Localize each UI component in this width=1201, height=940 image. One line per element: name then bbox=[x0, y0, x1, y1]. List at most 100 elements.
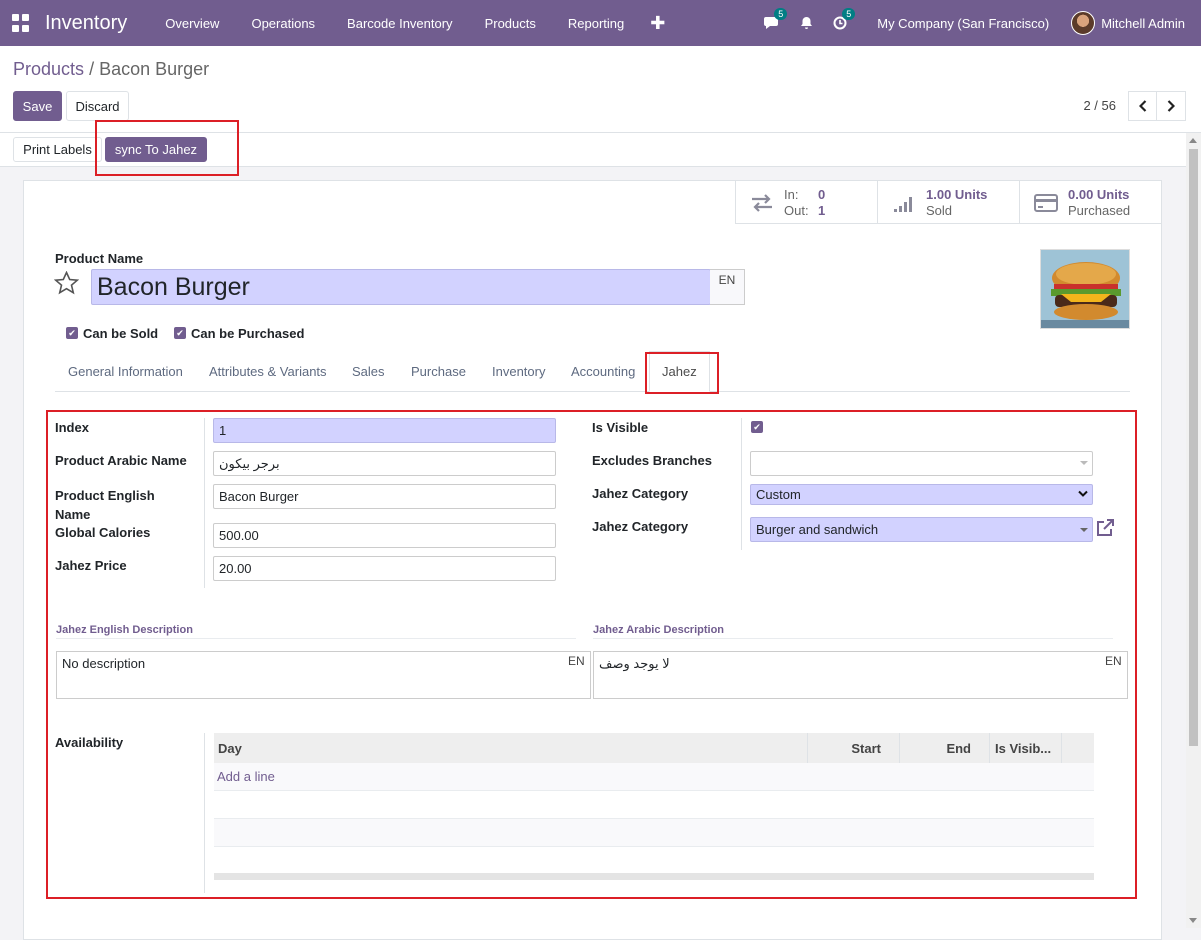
apps-menu-icon[interactable] bbox=[12, 14, 30, 32]
availability-label: Availability bbox=[55, 735, 124, 750]
sold-value: 1.00 Units bbox=[926, 186, 988, 202]
credit-card-icon bbox=[1034, 193, 1058, 212]
tab-jahez[interactable]: Jahez bbox=[649, 351, 710, 392]
out-label: Out: bbox=[784, 202, 809, 218]
jahez-category-label-2: Jahez Category bbox=[592, 519, 689, 534]
external-link-icon[interactable] bbox=[1095, 519, 1115, 540]
table-row bbox=[214, 847, 1094, 875]
discard-button[interactable]: Discard bbox=[66, 91, 129, 121]
excludes-dropdown-icon[interactable] bbox=[1080, 461, 1088, 465]
arabic-name-label: Product Arabic Name bbox=[55, 453, 187, 468]
arabic-name-input[interactable]: برجر بيكون bbox=[213, 451, 556, 476]
jahez-category-select-value: Custom bbox=[756, 487, 801, 502]
breadcrumb-products[interactable]: Products bbox=[13, 59, 84, 79]
purchased-label: Purchased bbox=[1068, 202, 1131, 218]
excludes-branches-label: Excludes Branches bbox=[592, 453, 712, 468]
chevron-down-icon bbox=[1078, 490, 1088, 497]
save-button[interactable]: Save bbox=[13, 91, 62, 121]
can-be-sold-label: Can be Sold bbox=[83, 326, 159, 341]
user-name: Mitchell Admin bbox=[1101, 15, 1185, 31]
menu-reporting[interactable]: Reporting bbox=[552, 16, 640, 31]
index-input[interactable]: 1 bbox=[213, 418, 556, 443]
tab-accounting[interactable]: Accounting bbox=[571, 351, 635, 392]
purchased-value: 0.00 Units bbox=[1068, 186, 1130, 202]
sold-button[interactable]: 1.00 Units Sold bbox=[877, 181, 1019, 224]
favorite-star-icon[interactable] bbox=[53, 270, 80, 298]
calories-input[interactable]: 500.00 bbox=[213, 523, 556, 548]
tab-inventory[interactable]: Inventory bbox=[492, 351, 545, 392]
sync-to-jahez-button[interactable]: sync To Jahez bbox=[105, 137, 207, 162]
name-translate-button[interactable]: EN bbox=[710, 269, 745, 305]
arabic-description-title: Jahez Arabic Description bbox=[593, 624, 1113, 639]
calories-label: Global Calories bbox=[55, 525, 151, 540]
page-scrollbar[interactable] bbox=[1186, 133, 1201, 928]
table-row bbox=[214, 819, 1094, 847]
menu-overview[interactable]: Overview bbox=[149, 16, 235, 31]
column-start[interactable]: Start bbox=[808, 733, 900, 763]
pager-previous-button[interactable] bbox=[1128, 91, 1157, 121]
purchased-button[interactable]: 0.00 Units Purchased bbox=[1019, 181, 1161, 224]
smart-button-box: In: 0 Out: 1 1.00 Units Sold 0.00 Units … bbox=[735, 181, 1161, 224]
english-name-label-line-1: Product English bbox=[55, 488, 155, 503]
menu-products[interactable]: Products bbox=[469, 16, 552, 31]
menu-operations[interactable]: Operations bbox=[235, 16, 331, 31]
can-be-purchased-checkbox[interactable]: ✔ bbox=[174, 327, 186, 339]
plus-icon[interactable]: ✚ bbox=[640, 13, 675, 34]
tab-purchase[interactable]: Purchase bbox=[411, 351, 466, 392]
caret-down-icon bbox=[1080, 528, 1088, 532]
scroll-up-icon[interactable] bbox=[1189, 138, 1197, 143]
column-is-visible[interactable]: Is Visib... bbox=[990, 733, 1062, 763]
availability-table-header: Day Start End Is Visib... bbox=[214, 733, 1094, 763]
pager-buttons bbox=[1128, 91, 1186, 121]
in-out-button[interactable]: In: 0 Out: 1 bbox=[735, 181, 877, 224]
english-name-input[interactable]: Bacon Burger bbox=[213, 484, 556, 509]
english-description-lang[interactable]: EN bbox=[568, 654, 585, 668]
can-be-purchased-label: Can be Purchased bbox=[191, 326, 305, 341]
activities-badge: 5 bbox=[842, 8, 856, 20]
breadcrumb-current: Bacon Burger bbox=[99, 59, 210, 79]
product-image[interactable] bbox=[1040, 249, 1130, 329]
sold-label: Sold bbox=[926, 202, 953, 218]
scroll-thumb[interactable] bbox=[1189, 149, 1198, 746]
app-brand[interactable]: Inventory bbox=[45, 12, 127, 35]
arabic-description-textarea[interactable]: لا يوجد وصف bbox=[593, 651, 1128, 699]
tab-sales[interactable]: Sales bbox=[352, 351, 385, 392]
jahez-category-many2one-value: Burger and sandwich bbox=[756, 522, 879, 537]
tab-attributes-variants[interactable]: Attributes & Variants bbox=[209, 351, 327, 392]
availability-separator bbox=[204, 733, 205, 893]
jahez-price-input[interactable]: 20.00 bbox=[213, 556, 556, 581]
in-label: In: bbox=[784, 186, 799, 202]
breadcrumb-separator: / bbox=[89, 59, 95, 79]
add-line-row: Add a line bbox=[214, 763, 1094, 791]
english-description-textarea[interactable]: No description bbox=[56, 651, 591, 699]
tab-general-information[interactable]: General Information bbox=[68, 351, 183, 392]
user-menu[interactable]: Mitchell Admin bbox=[1071, 11, 1201, 35]
pager-value[interactable]: 2 / 56 bbox=[1083, 98, 1116, 113]
print-labels-button[interactable]: Print Labels bbox=[13, 137, 102, 162]
notifications-button[interactable] bbox=[789, 16, 823, 30]
column-end[interactable]: End bbox=[900, 733, 990, 763]
column-day[interactable]: Day bbox=[214, 733, 808, 763]
can-be-sold-checkbox[interactable]: ✔ bbox=[66, 327, 78, 339]
company-switcher[interactable]: My Company (San Francisco) bbox=[857, 16, 1071, 31]
activities-button[interactable]: 5 bbox=[823, 8, 857, 30]
menu-barcode-inventory[interactable]: Barcode Inventory bbox=[331, 16, 469, 31]
table-row bbox=[214, 791, 1094, 819]
arabic-description-lang[interactable]: EN bbox=[1105, 654, 1122, 668]
is-visible-checkbox[interactable]: ✔ bbox=[751, 421, 763, 433]
pager-next-button[interactable] bbox=[1157, 91, 1186, 121]
control-panel: Products / Bacon Burger Save Discard 2 /… bbox=[0, 46, 1201, 133]
notebook-tabs: General Information Attributes & Variant… bbox=[55, 351, 1130, 392]
english-name-label-line-2: Name bbox=[55, 507, 91, 522]
right-group-separator bbox=[741, 418, 742, 550]
scroll-down-icon[interactable] bbox=[1189, 918, 1197, 923]
left-group-separator bbox=[204, 418, 205, 588]
messages-button[interactable]: 5 bbox=[755, 8, 789, 30]
jahez-category-select[interactable]: Custom bbox=[750, 484, 1093, 505]
excludes-branches-input[interactable] bbox=[750, 451, 1093, 476]
bell-icon bbox=[800, 17, 812, 29]
product-name-input[interactable]: Bacon Burger bbox=[91, 269, 711, 305]
jahez-category-many2one[interactable]: Burger and sandwich bbox=[750, 517, 1093, 542]
messages-badge: 5 bbox=[774, 8, 788, 20]
add-line-link[interactable]: Add a line bbox=[217, 769, 275, 784]
